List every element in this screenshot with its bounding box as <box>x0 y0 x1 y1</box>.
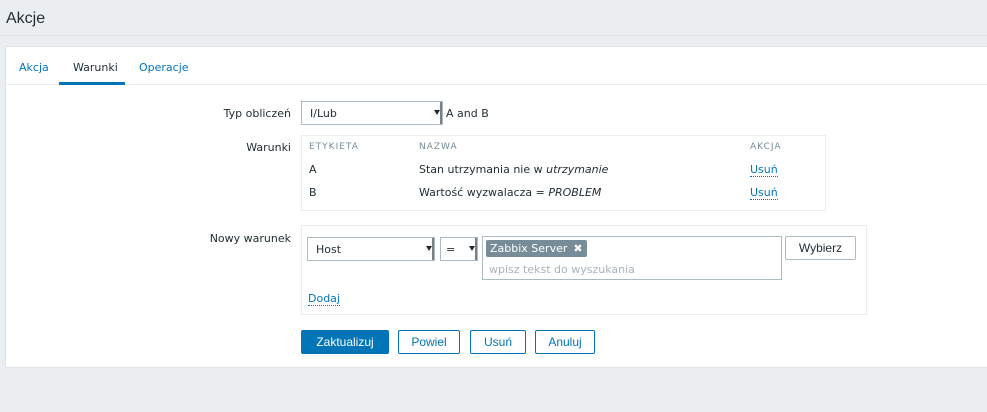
tab-operations[interactable]: Operacje <box>139 61 189 74</box>
condition-type-value: Host <box>316 243 342 256</box>
delete-button[interactable]: Usuń <box>470 330 526 354</box>
condition-row-a-remove[interactable]: Usuń <box>750 163 778 177</box>
close-icon[interactable]: ✖ <box>573 242 582 255</box>
chevron-down-icon <box>426 246 432 251</box>
chevron-down-icon <box>469 246 475 251</box>
conditions-label: Warunki <box>246 141 291 154</box>
selected-host-chip: Zabbix Server ✖ <box>486 240 587 257</box>
page-title: Akcje <box>6 10 46 27</box>
condition-row-b-name: Wartość wyzwalacza = PROBLEM <box>419 186 602 199</box>
action-form-card: Akcja Warunki Operacje Typ obliczeń I/Lu… <box>5 46 987 368</box>
active-tab-indicator <box>59 82 125 85</box>
column-header-label: ETYKIETA <box>309 142 359 152</box>
calc-type-select[interactable]: I/Lub <box>301 101 443 125</box>
new-condition-box: Host = Zabbix Server ✖ wpisz tekst do wys… <box>301 225 867 315</box>
tab-action[interactable]: Akcja <box>19 61 49 74</box>
search-input[interactable]: wpisz tekst do wyszukania <box>489 263 635 276</box>
new-condition-label: Nowy warunek <box>209 232 291 245</box>
clone-button[interactable]: Powiel <box>398 330 460 354</box>
add-condition-link[interactable]: Dodaj <box>308 292 340 306</box>
column-header-action: AKCJA <box>750 142 782 152</box>
select-button[interactable]: Wybierz <box>785 236 856 260</box>
column-header-name: NAZWA <box>419 142 458 152</box>
condition-row-b-label: B <box>309 186 317 199</box>
cancel-button[interactable]: Anuluj <box>535 330 595 354</box>
tab-conditions[interactable]: Warunki <box>73 61 118 74</box>
chevron-down-icon <box>434 110 440 115</box>
condition-operator-select[interactable]: = <box>440 237 478 261</box>
host-multiselect[interactable]: Zabbix Server ✖ wpisz tekst do wyszukania <box>482 236 782 280</box>
page-header: Akcje <box>0 0 987 36</box>
conditions-table: ETYKIETA NAZWA AKCJA A Stan utrzymania n… <box>301 135 826 211</box>
calc-type-label: Typ obliczeń <box>223 107 291 120</box>
update-button[interactable]: Zaktualizuj <box>301 330 389 354</box>
condition-row-a-name: Stan utrzymania nie w utrzymanie <box>419 163 609 176</box>
tab-bar: Akcja Warunki Operacje <box>6 47 987 85</box>
condition-operator-value: = <box>446 243 456 256</box>
calc-type-value: I/Lub <box>310 107 337 120</box>
condition-row-b-remove[interactable]: Usuń <box>750 186 778 200</box>
condition-type-select[interactable]: Host <box>307 237 435 261</box>
condition-row-a-label: A <box>309 163 317 176</box>
calc-formula: A and B <box>446 107 489 120</box>
